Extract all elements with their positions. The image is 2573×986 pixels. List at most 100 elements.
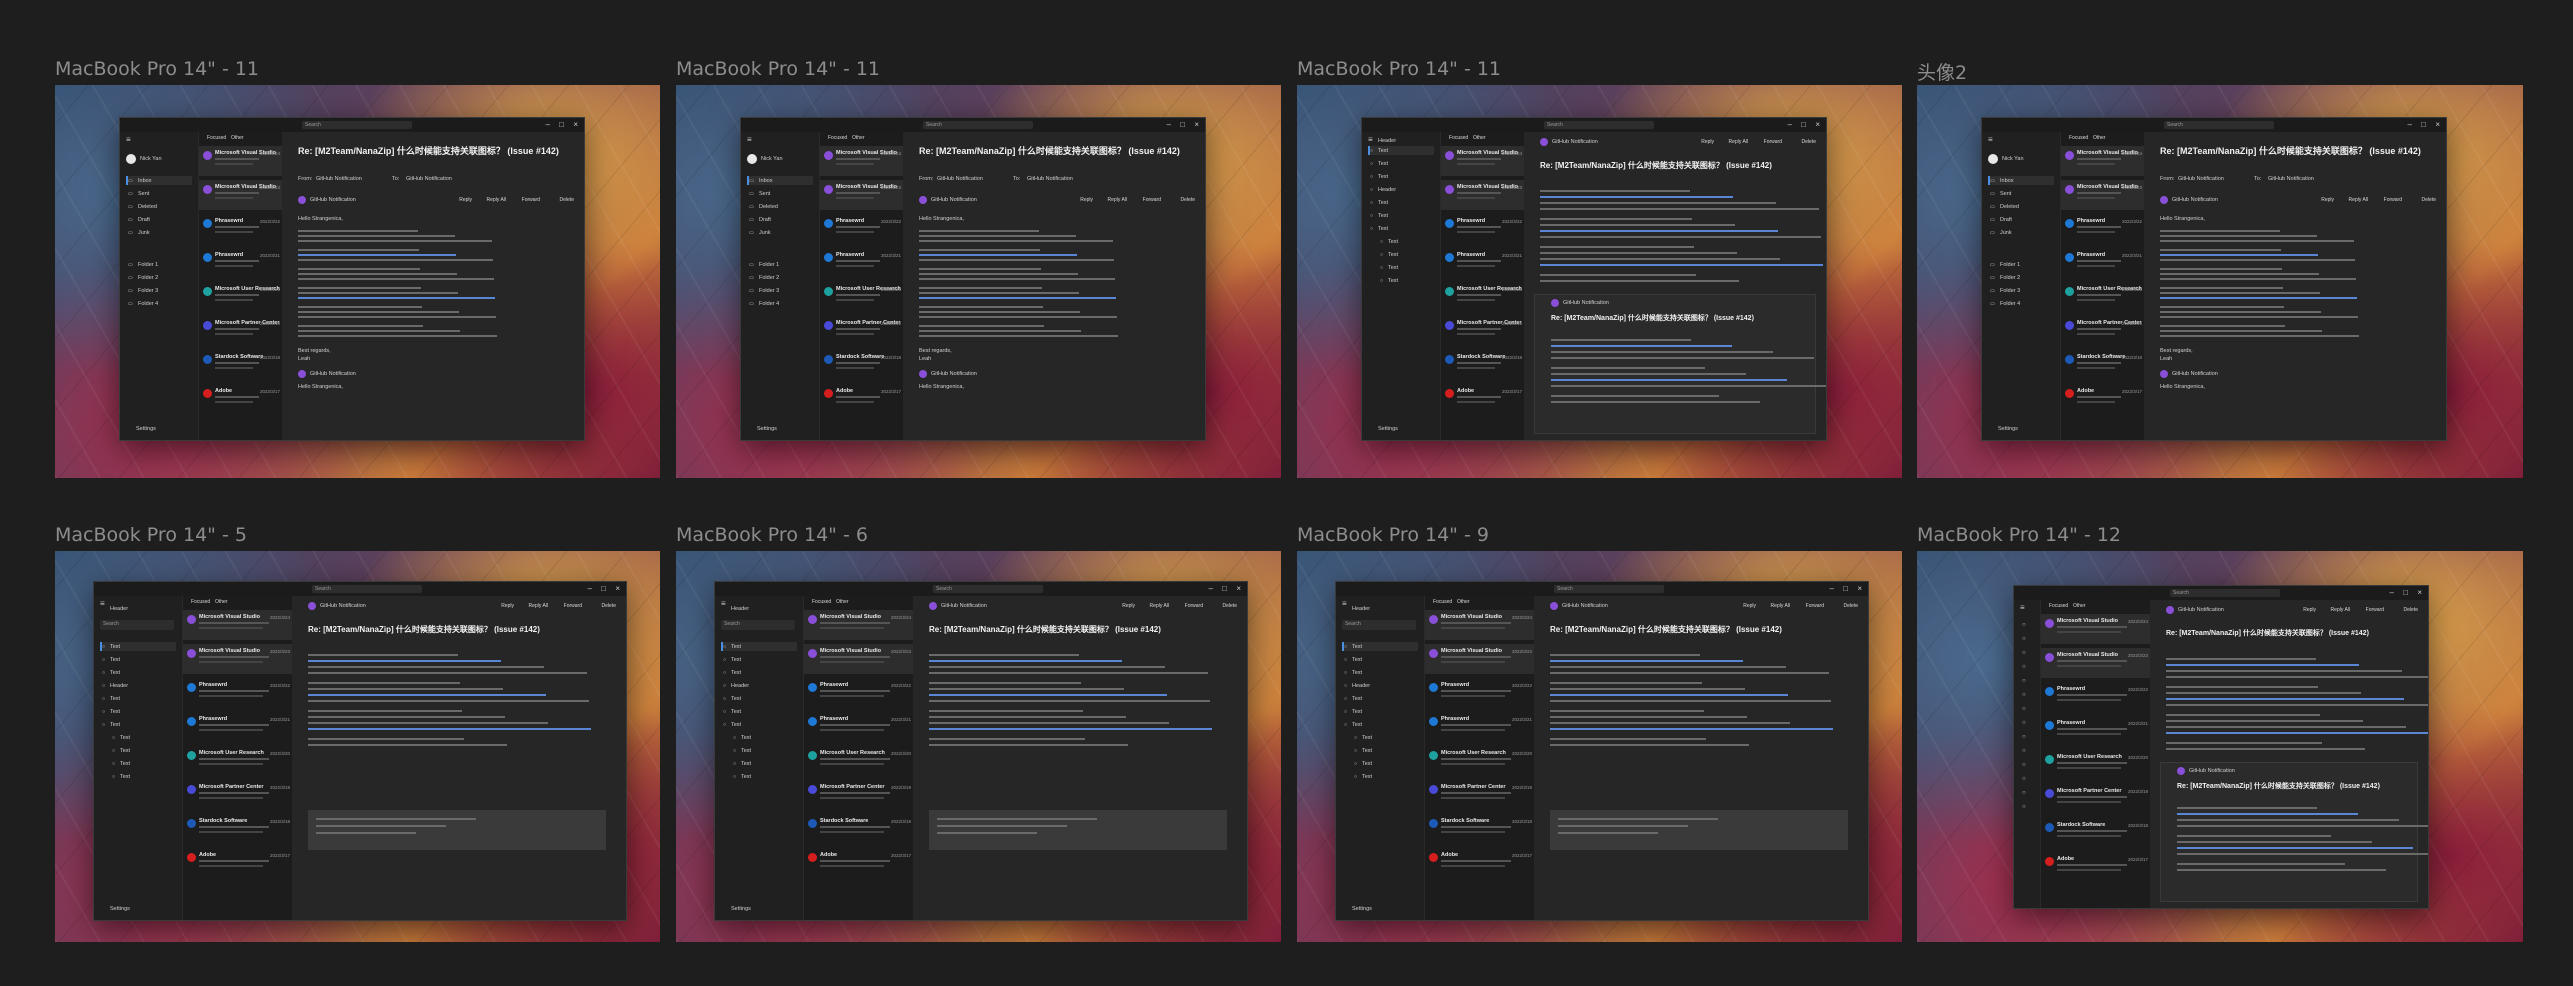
- settings-button[interactable]: Settings: [1998, 426, 2018, 432]
- list-item[interactable]: Adobe 2022/3/17: [820, 384, 904, 414]
- search-input[interactable]: Search: [312, 585, 422, 593]
- list-item[interactable]: Adobe 2022/3/17: [2061, 384, 2145, 414]
- tab-other[interactable]: Other: [231, 135, 244, 141]
- minimize-button[interactable]: –: [1830, 584, 1834, 593]
- nav-text-item[interactable]: Text: [741, 774, 751, 780]
- list-item[interactable]: Phrasewrd 2022/3/21: [1441, 248, 1525, 278]
- nav-text-item[interactable]: Text: [1362, 748, 1372, 754]
- list-item[interactable]: Microsoft Visual Studio 2022/3/24: [183, 610, 293, 640]
- list-item[interactable]: Microsoft User Research 2022/3/20: [1425, 746, 1535, 776]
- nav-text-item[interactable]: Text: [1352, 709, 1362, 715]
- list-item[interactable]: Microsoft Visual Studio 2022/3/23: [199, 180, 283, 210]
- nav-text-item[interactable]: Header: [1352, 683, 1370, 689]
- close-button[interactable]: ×: [1815, 120, 1820, 129]
- list-item[interactable]: Phrasewrd 2022/3/21: [820, 248, 904, 278]
- folder-junk[interactable]: Junk: [138, 230, 150, 236]
- nav-icon[interactable]: ○: [2022, 706, 2026, 712]
- minimize-button[interactable]: –: [1167, 120, 1171, 129]
- toolbar-forward-button[interactable]: Forward: [2384, 197, 2402, 203]
- nav-search-input[interactable]: Search: [1342, 620, 1416, 630]
- close-button[interactable]: ×: [615, 584, 620, 593]
- folder-sent[interactable]: Sent: [138, 191, 149, 197]
- toolbar-forward-button[interactable]: Forward: [1143, 197, 1161, 203]
- hamburger-menu-icon[interactable]: ≡: [1342, 599, 1347, 608]
- toolbar-reply-all-button[interactable]: Reply All: [2331, 607, 2350, 613]
- nav-icon[interactable]: ○: [2022, 678, 2026, 684]
- list-item[interactable]: Microsoft User Research 2022/3/20: [804, 746, 914, 776]
- toolbar-reply-all-button[interactable]: Reply All: [487, 197, 506, 203]
- close-button[interactable]: ×: [1236, 584, 1241, 593]
- nav-text-item[interactable]: Text: [1388, 239, 1398, 245]
- folder-draft[interactable]: Draft: [2000, 217, 2012, 223]
- folder-extra-item[interactable]: Folder 4: [759, 301, 779, 307]
- tab-other[interactable]: Other: [1457, 599, 1470, 605]
- list-item[interactable]: Adobe 2022/3/17: [2041, 852, 2151, 882]
- settings-button[interactable]: Settings: [1378, 426, 1398, 432]
- list-item[interactable]: Microsoft Visual Studio 2022/3/24: [2061, 146, 2145, 176]
- toolbar-reply-button[interactable]: Reply: [501, 603, 514, 609]
- list-item[interactable]: Microsoft Visual Studio 2022/3/23: [183, 644, 293, 674]
- toolbar-reply-all-button[interactable]: Reply All: [1729, 139, 1748, 145]
- list-item[interactable]: Microsoft User Research 2022/3/20: [199, 282, 283, 312]
- list-item[interactable]: Phrasewrd 2022/3/22: [1425, 678, 1535, 708]
- list-item[interactable]: Adobe 2022/3/17: [183, 848, 293, 878]
- settings-button[interactable]: Settings: [110, 906, 130, 912]
- folder-junk[interactable]: Junk: [759, 230, 771, 236]
- nav-text-item[interactable]: Text: [741, 761, 751, 767]
- hamburger-menu-icon[interactable]: ≡: [721, 599, 726, 608]
- list-item[interactable]: Microsoft Visual Studio 2022/3/23: [2041, 648, 2151, 678]
- list-item[interactable]: Microsoft Partner Center 2022/3/19: [1425, 780, 1535, 810]
- settings-button[interactable]: Settings: [1352, 906, 1372, 912]
- toolbar-reply-button[interactable]: Reply: [1080, 197, 1093, 203]
- close-button[interactable]: ×: [573, 120, 578, 129]
- close-button[interactable]: ×: [2435, 120, 2440, 129]
- close-button[interactable]: ×: [1194, 120, 1199, 129]
- nav-icon[interactable]: ○: [2022, 664, 2026, 670]
- hamburger-menu-icon[interactable]: ≡: [747, 135, 752, 144]
- maximize-button[interactable]: □: [1222, 584, 1227, 593]
- close-button[interactable]: ×: [2417, 588, 2422, 597]
- list-item[interactable]: Stardock Software 2022/3/18: [804, 814, 914, 844]
- maximize-button[interactable]: □: [601, 584, 606, 593]
- nav-text-item[interactable]: Text: [110, 709, 120, 715]
- folder-extra-item[interactable]: Folder 2: [138, 275, 158, 281]
- list-item[interactable]: Microsoft User Research 2022/3/20: [820, 282, 904, 312]
- nav-icon[interactable]: ○: [2022, 748, 2026, 754]
- folder-inbox[interactable]: Inbox: [138, 178, 151, 184]
- nav-text-item[interactable]: Text: [1378, 226, 1388, 232]
- nav-text-item[interactable]: Text: [1388, 252, 1398, 258]
- tab-focused[interactable]: Focused: [1433, 599, 1452, 605]
- nav-text-item[interactable]: Text: [1352, 670, 1362, 676]
- toolbar-delete-button[interactable]: Delete: [560, 197, 574, 203]
- toolbar-forward-button[interactable]: Forward: [564, 603, 582, 609]
- folder-junk[interactable]: Junk: [2000, 230, 2012, 236]
- nav-text-item[interactable]: Text: [731, 722, 741, 728]
- nav-text-item[interactable]: Text: [1352, 722, 1362, 728]
- nav-icon[interactable]: ○: [2022, 720, 2026, 726]
- nav-text-item[interactable]: Text: [110, 670, 120, 676]
- nav-text-item[interactable]: Text: [1378, 213, 1388, 219]
- list-item[interactable]: Microsoft Partner Center 2022/3/19: [2041, 784, 2151, 814]
- list-item[interactable]: Phrasewrd 2022/3/21: [804, 712, 914, 742]
- nav-text-item[interactable]: Text: [1378, 174, 1388, 180]
- list-item[interactable]: Phrasewrd 2022/3/22: [820, 214, 904, 244]
- maximize-button[interactable]: □: [1843, 584, 1848, 593]
- nav-text-item[interactable]: Text: [120, 748, 130, 754]
- nav-icon[interactable]: ○: [2022, 734, 2026, 740]
- nav-text-item[interactable]: Text: [731, 657, 741, 663]
- maximize-button[interactable]: □: [1180, 120, 1185, 129]
- toolbar-reply-all-button[interactable]: Reply All: [1108, 197, 1127, 203]
- minimize-button[interactable]: –: [546, 120, 550, 129]
- list-item[interactable]: Microsoft Partner Center 2022/3/19: [804, 780, 914, 810]
- tab-other[interactable]: Other: [1473, 135, 1486, 141]
- folder-extra-item[interactable]: Folder 3: [759, 288, 779, 294]
- list-item[interactable]: Microsoft Visual Studio 2022/3/24: [2041, 614, 2151, 644]
- toolbar-reply-all-button[interactable]: Reply All: [529, 603, 548, 609]
- nav-text-item[interactable]: Text: [1352, 644, 1362, 650]
- list-item[interactable]: Adobe 2022/3/17: [1425, 848, 1535, 878]
- toolbar-delete-button[interactable]: Delete: [1844, 603, 1858, 609]
- folder-extra-item[interactable]: Folder 4: [2000, 301, 2020, 307]
- search-input[interactable]: Search: [2164, 121, 2274, 129]
- nav-text-item[interactable]: Text: [731, 709, 741, 715]
- nav-text-item[interactable]: Text: [741, 748, 751, 754]
